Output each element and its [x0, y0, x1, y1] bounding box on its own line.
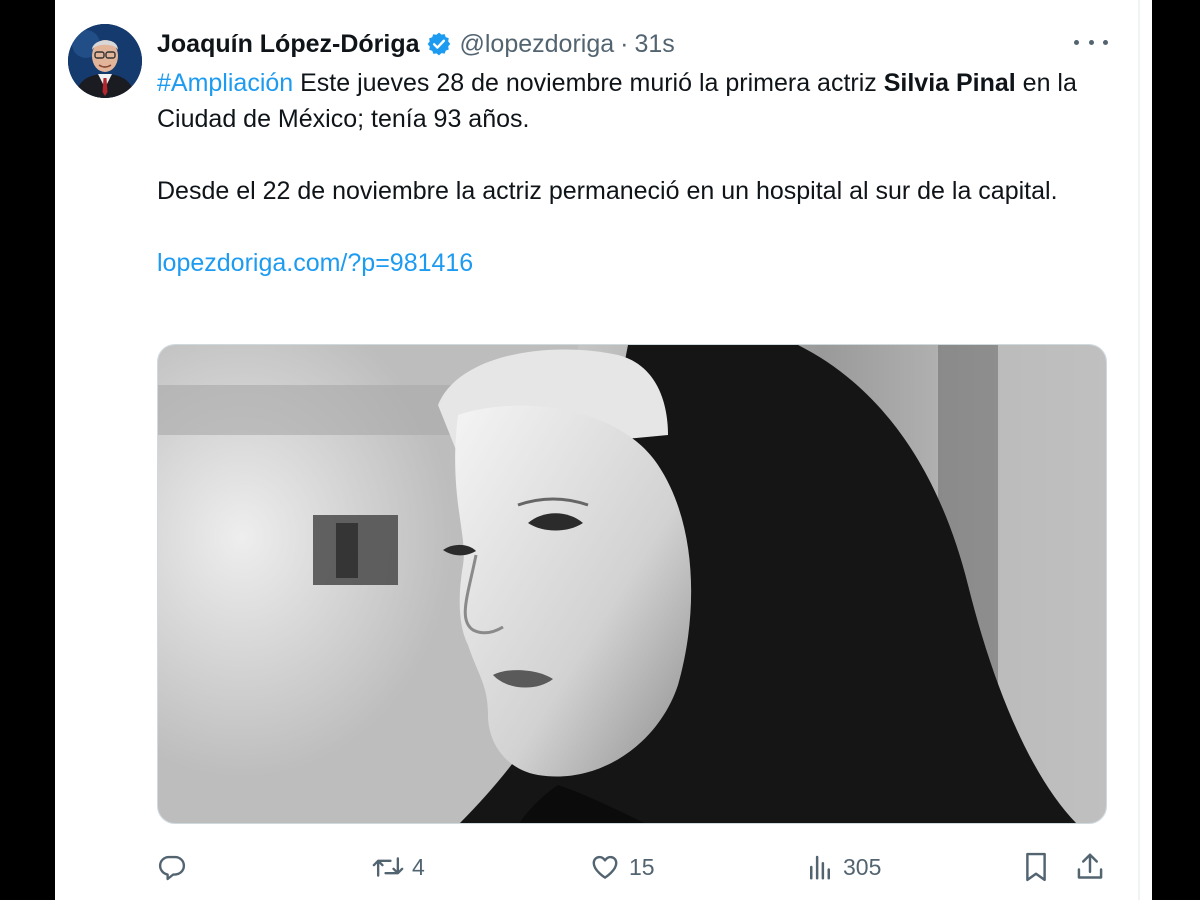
tweet-timestamp[interactable]: 31s: [634, 30, 674, 59]
like-count: 15: [629, 853, 655, 880]
heart-icon: [589, 852, 621, 882]
share-button[interactable]: [1075, 845, 1105, 889]
article-link[interactable]: lopezdoriga.com/?p=981416: [157, 249, 473, 277]
more-options-icon[interactable]: [1074, 32, 1108, 52]
verified-badge-icon: [426, 31, 452, 57]
tweet-media-image[interactable]: [157, 344, 1107, 824]
author-handle[interactable]: @lopezdoriga: [460, 30, 615, 59]
card-border: [1138, 0, 1140, 900]
bookmark-icon: [1022, 851, 1050, 883]
header-separator: ·: [620, 29, 629, 58]
avatar[interactable]: [68, 24, 142, 98]
bookmark-button[interactable]: [1022, 845, 1050, 889]
retweet-icon: [372, 852, 404, 882]
avatar-image: [68, 24, 142, 98]
retweet-count: 4: [412, 853, 425, 880]
views-button[interactable]: 305: [805, 845, 881, 889]
retweet-button[interactable]: 4: [372, 845, 425, 889]
tweet-paragraph-2: Desde el 22 de noviembre la actriz perma…: [157, 177, 1058, 205]
hashtag-link[interactable]: #Ampliación: [157, 69, 293, 97]
tweet-text: #Ampliación Este jueves 28 de noviembre …: [157, 65, 1097, 281]
views-count: 305: [843, 853, 882, 880]
portrait-photo: [158, 345, 1106, 823]
views-chart-icon: [805, 852, 835, 882]
share-icon: [1075, 851, 1105, 883]
like-button[interactable]: 15: [589, 845, 655, 889]
author-name[interactable]: Joaquín López-Dóriga: [157, 30, 420, 59]
tweet-header: Joaquín López-Dóriga @lopezdoriga · 31s: [157, 26, 675, 62]
reply-icon: [157, 852, 187, 882]
tweet-text-part-1: Este jueves 28 de noviembre murió la pri…: [293, 69, 884, 97]
tweet-bold-name: Silvia Pinal: [883, 69, 1016, 97]
tweet-paragraph-1: #Ampliación Este jueves 28 de noviembre …: [157, 65, 1097, 137]
tweet-action-bar: 4 15 305: [157, 845, 1112, 889]
reply-button[interactable]: [157, 845, 195, 889]
tweet-paragraph-3: lopezdoriga.com/?p=981416: [157, 245, 1097, 281]
